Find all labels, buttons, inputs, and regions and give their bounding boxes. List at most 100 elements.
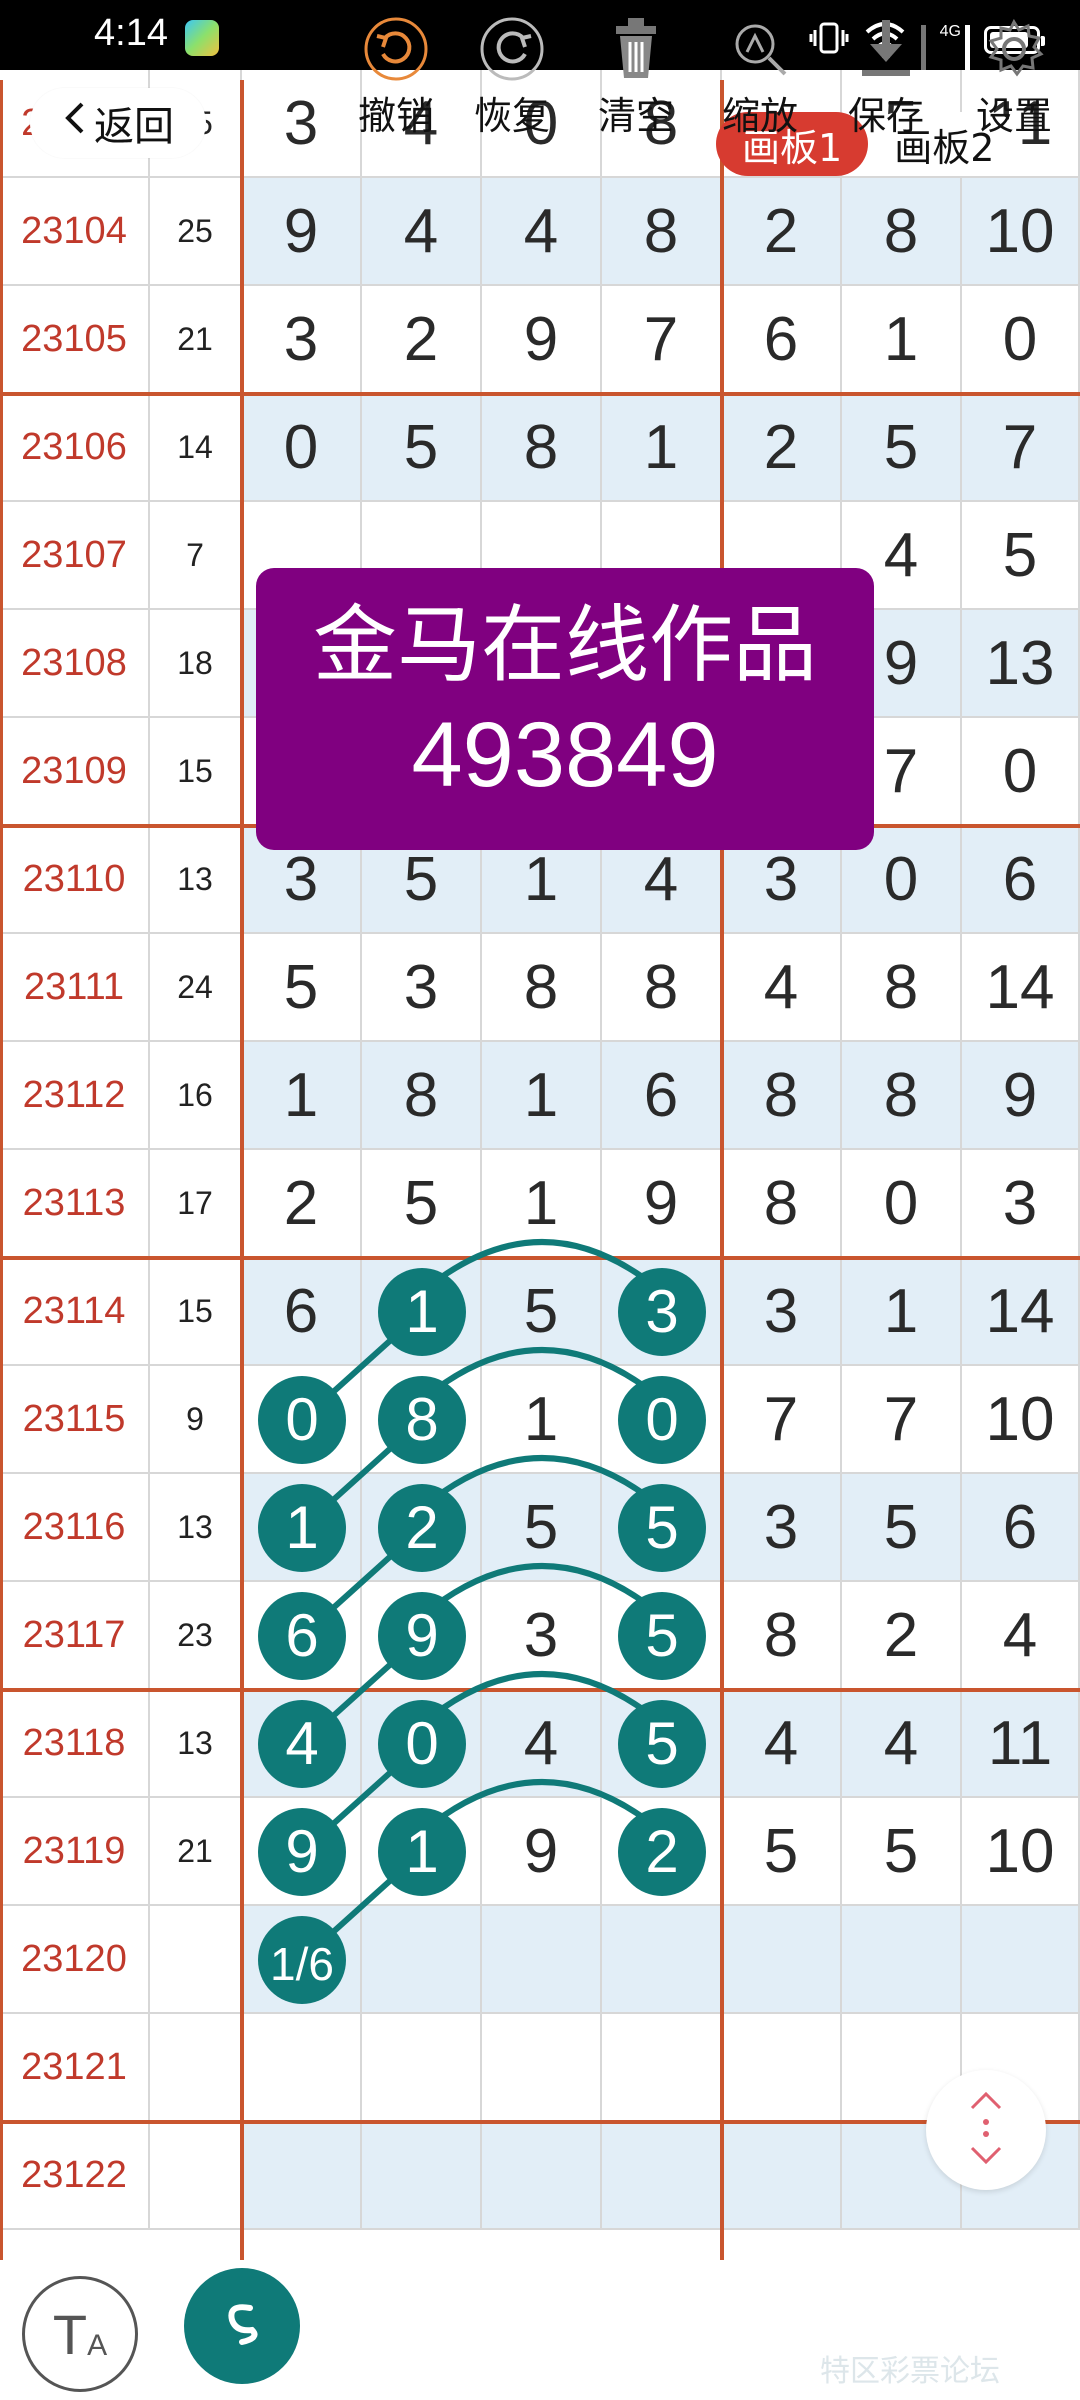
number-cell[interactable] (722, 1906, 842, 2014)
text-tool-button[interactable]: TA (22, 2276, 138, 2392)
number-cell[interactable] (602, 2014, 722, 2122)
number-cell[interactable]: 1 (482, 1366, 602, 1474)
number-cell[interactable]: 1 (362, 1798, 482, 1906)
zoom-button[interactable]: 缩放 (700, 0, 820, 140)
number-cell[interactable]: 5 (362, 1150, 482, 1258)
number-cell[interactable] (362, 2014, 482, 2122)
number-cell[interactable]: 1 (242, 1474, 362, 1582)
number-cell[interactable]: 8 (602, 934, 722, 1042)
number-cell[interactable] (482, 1906, 602, 2014)
number-cell[interactable] (722, 2014, 842, 2122)
number-cell[interactable]: 4 (722, 934, 842, 1042)
number-cell[interactable]: 7 (842, 1366, 962, 1474)
table-row[interactable]: 23120 1/6 (0, 1906, 1080, 2014)
number-cell[interactable]: 8 (602, 178, 722, 286)
number-cell[interactable]: 0 (962, 718, 1080, 826)
number-cell[interactable]: 0 (842, 1150, 962, 1258)
save-button[interactable]: 保存 (826, 0, 946, 140)
number-cell[interactable]: 9 (962, 1042, 1080, 1150)
number-cell[interactable]: 5 (962, 502, 1080, 610)
table-row[interactable]: 23104 25 9 4 4 8 2 8 10 (0, 178, 1080, 286)
number-cell[interactable]: 5 (602, 1474, 722, 1582)
number-cell[interactable]: 0 (602, 1366, 722, 1474)
number-cell[interactable]: 7 (602, 286, 722, 394)
redo-button[interactable]: 恢复 (452, 0, 572, 140)
number-cell[interactable]: 9 (362, 1582, 482, 1690)
number-cell[interactable]: 5 (242, 934, 362, 1042)
number-cell[interactable]: 5 (842, 1798, 962, 1906)
number-cell[interactable]: 2 (722, 178, 842, 286)
number-cell[interactable]: 8 (842, 934, 962, 1042)
number-cell[interactable]: 3 (362, 934, 482, 1042)
draw-tool-button[interactable] (184, 2268, 300, 2384)
number-cell[interactable]: 0 (242, 394, 362, 502)
number-cell[interactable]: 8 (842, 178, 962, 286)
table-row[interactable]: 23116 13 1 2 5 5 3 5 6 (0, 1474, 1080, 1582)
number-cell[interactable]: 14 (962, 934, 1080, 1042)
number-cell[interactable]: 5 (842, 1474, 962, 1582)
number-cell[interactable]: 4 (722, 1690, 842, 1798)
table-row[interactable]: 23111 24 5 3 8 8 4 8 14 (0, 934, 1080, 1042)
number-cell[interactable]: 10 (962, 178, 1080, 286)
number-cell[interactable]: 3 (482, 1582, 602, 1690)
table-row[interactable]: 23115 9 0 8 1 0 7 7 10 (0, 1366, 1080, 1474)
number-cell[interactable]: 6 (242, 1582, 362, 1690)
number-cell[interactable]: 3 (722, 1474, 842, 1582)
number-cell[interactable]: 1 (842, 286, 962, 394)
number-cell[interactable]: 2 (362, 286, 482, 394)
number-cell[interactable]: 5 (602, 1690, 722, 1798)
number-cell[interactable]: 6 (602, 1042, 722, 1150)
number-cell[interactable]: 6 (962, 826, 1080, 934)
number-cell[interactable]: 8 (722, 1042, 842, 1150)
number-cell[interactable]: 8 (362, 1042, 482, 1150)
number-cell[interactable]: 2 (722, 394, 842, 502)
number-cell[interactable]: 8 (482, 394, 602, 502)
number-cell[interactable]: 9 (482, 286, 602, 394)
number-cell[interactable] (722, 2122, 842, 2230)
table-row[interactable]: 23118 13 4 0 4 5 4 4 11 (0, 1690, 1080, 1798)
number-cell[interactable] (242, 2122, 362, 2230)
number-cell[interactable]: 6 (962, 1474, 1080, 1582)
number-cell[interactable]: 8 (722, 1150, 842, 1258)
number-cell[interactable]: 1 (482, 1150, 602, 1258)
table-row[interactable]: 23113 17 2 5 1 9 8 0 3 (0, 1150, 1080, 1258)
number-cell[interactable]: 4 (962, 1582, 1080, 1690)
number-cell[interactable]: 1 (362, 1258, 482, 1366)
undo-button[interactable]: 撤销 (336, 0, 456, 140)
scroll-handle[interactable] (926, 2070, 1046, 2190)
number-cell[interactable]: 6 (722, 286, 842, 394)
number-cell[interactable]: 7 (962, 394, 1080, 502)
number-cell[interactable] (482, 2014, 602, 2122)
number-cell[interactable]: 10 (962, 1366, 1080, 1474)
number-cell[interactable]: 3 (242, 286, 362, 394)
number-cell[interactable]: 5 (362, 394, 482, 502)
number-cell[interactable]: 3 (602, 1258, 722, 1366)
number-cell[interactable] (482, 2122, 602, 2230)
number-cell[interactable]: 4 (842, 1690, 962, 1798)
table-row[interactable]: 23105 21 3 2 9 7 6 1 0 (0, 286, 1080, 394)
number-cell[interactable] (962, 1906, 1080, 2014)
number-cell[interactable] (602, 1906, 722, 2014)
number-cell[interactable]: 9 (602, 1150, 722, 1258)
number-cell[interactable]: 1 (242, 1042, 362, 1150)
number-cell[interactable]: 8 (362, 1366, 482, 1474)
back-button[interactable]: 返回 (30, 88, 206, 158)
number-cell[interactable]: 0 (962, 286, 1080, 394)
number-cell[interactable]: 5 (602, 1582, 722, 1690)
number-cell[interactable]: 8 (842, 1042, 962, 1150)
clear-button[interactable]: 清空 (576, 0, 696, 140)
number-cell[interactable]: 5 (482, 1474, 602, 1582)
table-row[interactable]: 23121 (0, 2014, 1080, 2122)
number-cell[interactable]: 4 (362, 178, 482, 286)
table-row[interactable]: 23117 23 6 9 3 5 8 2 4 (0, 1582, 1080, 1690)
number-cell[interactable]: 2 (362, 1474, 482, 1582)
number-cell[interactable]: 5 (842, 394, 962, 502)
table-row[interactable]: 23114 15 6 1 5 3 3 1 14 (0, 1258, 1080, 1366)
table-row[interactable]: 23106 14 0 5 8 1 2 5 7 (0, 394, 1080, 502)
number-cell[interactable] (842, 1906, 962, 2014)
number-cell[interactable] (242, 2014, 362, 2122)
number-cell[interactable] (362, 1906, 482, 2014)
number-cell[interactable]: 9 (482, 1798, 602, 1906)
number-cell[interactable]: 8 (722, 1582, 842, 1690)
number-cell[interactable]: 8 (482, 934, 602, 1042)
